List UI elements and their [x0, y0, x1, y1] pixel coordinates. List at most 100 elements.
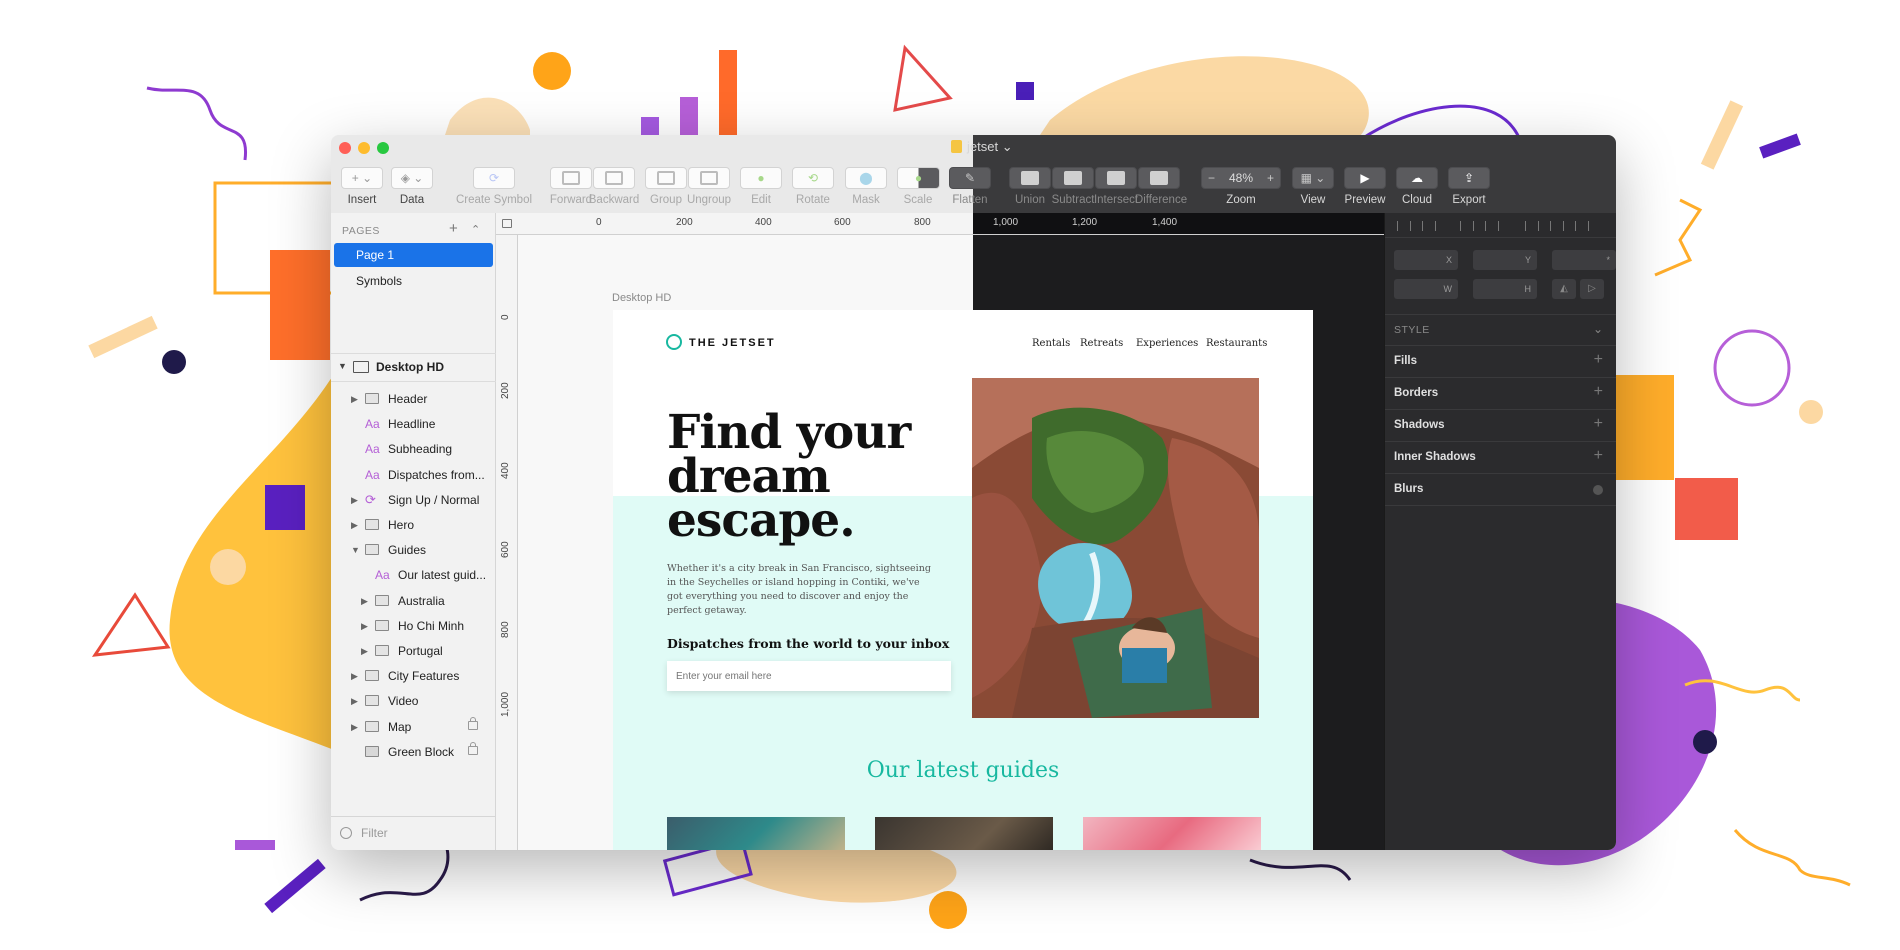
add-border-icon[interactable]: +: [1594, 383, 1603, 401]
x-field[interactable]: X: [1394, 250, 1458, 270]
layer-row[interactable]: ▼ Guides: [331, 538, 496, 562]
disclosure-closed-icon[interactable]: ▶: [361, 589, 368, 613]
layer-row[interactable]: Aa Dispatches from...: [331, 463, 496, 487]
canvas[interactable]: 0 200 400 600 800 1,000 1,200 1,400 0 200 400 600 8…: [496, 213, 1384, 850]
disclosure-closed-icon[interactable]: ▶: [351, 664, 358, 688]
layer-filter[interactable]: Filter: [331, 816, 496, 850]
mask-button[interactable]: ⬤: [845, 167, 887, 189]
layer-row[interactable]: ▶ Ho Chi Minh: [331, 614, 496, 638]
layer-row[interactable]: Green Block: [331, 740, 496, 764]
nav-rentals[interactable]: Rentals: [1032, 338, 1070, 349]
blur-toggle-icon[interactable]: [1593, 485, 1603, 495]
shadows-row[interactable]: Shadows +: [1385, 410, 1616, 442]
distribute-icon[interactable]: [1485, 221, 1499, 231]
disclosure-closed-icon[interactable]: ▶: [351, 488, 358, 512]
add-inner-shadow-icon[interactable]: +: [1594, 447, 1603, 465]
layer-row[interactable]: ▶ Header: [331, 387, 496, 411]
guide-thumb-australia[interactable]: [667, 817, 845, 850]
layer-row[interactable]: ▶ City Features: [331, 664, 496, 688]
page-item-page-1[interactable]: Page 1: [334, 243, 493, 267]
zoom-out-icon[interactable]: −: [1208, 171, 1215, 185]
minimize-window-button[interactable]: [358, 142, 370, 154]
group-button[interactable]: [645, 167, 687, 189]
disclosure-closed-icon[interactable]: ▶: [351, 387, 358, 411]
nav-retreats[interactable]: Retreats: [1080, 338, 1123, 349]
view-button[interactable]: ▦ ⌄: [1292, 167, 1334, 189]
disclosure-closed-icon[interactable]: ▶: [351, 689, 358, 713]
zoom-in-icon[interactable]: +: [1267, 171, 1274, 185]
union-button[interactable]: [1009, 167, 1051, 189]
add-shadow-icon[interactable]: +: [1594, 415, 1603, 433]
flatten-button[interactable]: ✎: [949, 167, 991, 189]
layer-row[interactable]: ▶ ⟳ Sign Up / Normal: [331, 488, 496, 512]
scale-button[interactable]: ●: [897, 167, 940, 189]
align-middle-icon[interactable]: [1550, 221, 1564, 231]
layer-row[interactable]: ▶ Map: [331, 715, 496, 739]
flip-horizontal-icon[interactable]: ◭: [1552, 279, 1576, 299]
edit-button[interactable]: ●: [740, 167, 782, 189]
nav-experiences[interactable]: Experiences: [1136, 338, 1198, 349]
width-field[interactable]: W: [1394, 279, 1458, 299]
align-top-icon[interactable]: [1525, 221, 1539, 231]
artboard-desktop-hd[interactable]: THE JETSET Rentals Retreats Experiences …: [613, 310, 1313, 850]
forward-button[interactable]: [550, 167, 592, 189]
layer-row[interactable]: ▶ Video: [331, 689, 496, 713]
create-symbol-button[interactable]: ⟳: [473, 167, 515, 189]
preview-button[interactable]: ▶: [1344, 167, 1386, 189]
subtract-button[interactable]: [1052, 167, 1094, 189]
layer-row[interactable]: Aa Our latest guid...: [331, 563, 496, 587]
collapse-pages-button[interactable]: ⌃: [471, 223, 480, 236]
zoom-control[interactable]: − 48% +: [1201, 167, 1281, 189]
align-left-icon[interactable]: [1397, 221, 1411, 231]
disclosure-open-icon[interactable]: ▼: [338, 361, 347, 371]
guide-thumb-ho-chi-minh[interactable]: [875, 817, 1053, 850]
y-field[interactable]: Y: [1473, 250, 1537, 270]
text-layer-icon: Aa: [365, 417, 380, 432]
guide-thumb-portugal[interactable]: [1083, 817, 1261, 850]
layer-row[interactable]: Aa Headline: [331, 412, 496, 436]
fills-row[interactable]: Fills +: [1385, 346, 1616, 378]
close-window-button[interactable]: [339, 142, 351, 154]
zoom-window-button[interactable]: [377, 142, 389, 154]
layer-row[interactable]: ▶ Australia: [331, 589, 496, 613]
disclosure-open-icon[interactable]: ▼: [351, 538, 360, 562]
artboard-layer-row[interactable]: ▼ Desktop HD: [331, 353, 496, 382]
nav-restaurants[interactable]: Restaurants: [1206, 338, 1267, 349]
difference-button[interactable]: [1138, 167, 1180, 189]
insert-button[interactable]: + ⌄: [341, 167, 383, 189]
backward-button[interactable]: [593, 167, 635, 189]
align-bottom-icon[interactable]: [1575, 221, 1589, 231]
height-field[interactable]: H: [1473, 279, 1537, 299]
disclosure-closed-icon[interactable]: ▶: [351, 513, 358, 537]
rotate-button[interactable]: ⟲: [792, 167, 834, 189]
add-page-button[interactable]: +: [449, 220, 458, 237]
flip-vertical-icon[interactable]: ▷: [1580, 279, 1604, 299]
layer-row[interactable]: ▶ Portugal: [331, 639, 496, 663]
ruler-lock-icon[interactable]: [502, 219, 512, 228]
disclosure-closed-icon[interactable]: ▶: [351, 715, 358, 739]
layer-row[interactable]: ▶ Hero: [331, 513, 496, 537]
align-center-icon[interactable]: [1422, 221, 1436, 231]
add-fill-icon[interactable]: +: [1594, 351, 1603, 369]
ungroup-button[interactable]: [688, 167, 730, 189]
style-header-row[interactable]: STYLE ⌄: [1385, 314, 1616, 346]
chevron-down-icon[interactable]: ⌄: [1593, 322, 1603, 336]
data-button[interactable]: ◈ ⌄: [391, 167, 433, 189]
filter-placeholder[interactable]: Filter: [361, 826, 388, 840]
page-item-symbols[interactable]: Symbols: [356, 274, 402, 288]
lock-icon[interactable]: [468, 741, 478, 755]
rotation-field[interactable]: *: [1552, 250, 1616, 270]
artboard-label[interactable]: Desktop HD: [612, 292, 671, 304]
inner-shadows-row[interactable]: Inner Shadows +: [1385, 442, 1616, 474]
layer-row[interactable]: Aa Subheading: [331, 437, 496, 461]
blurs-row[interactable]: Blurs: [1385, 474, 1616, 506]
email-input[interactable]: [667, 661, 951, 691]
borders-row[interactable]: Borders +: [1385, 378, 1616, 410]
disclosure-closed-icon[interactable]: ▶: [361, 639, 368, 663]
cloud-button[interactable]: ☁: [1396, 167, 1438, 189]
lock-icon[interactable]: [468, 716, 478, 730]
export-button[interactable]: ⇪: [1448, 167, 1490, 189]
intersect-button[interactable]: [1095, 167, 1137, 189]
disclosure-closed-icon[interactable]: ▶: [361, 614, 368, 638]
align-right-icon[interactable]: [1460, 221, 1474, 231]
